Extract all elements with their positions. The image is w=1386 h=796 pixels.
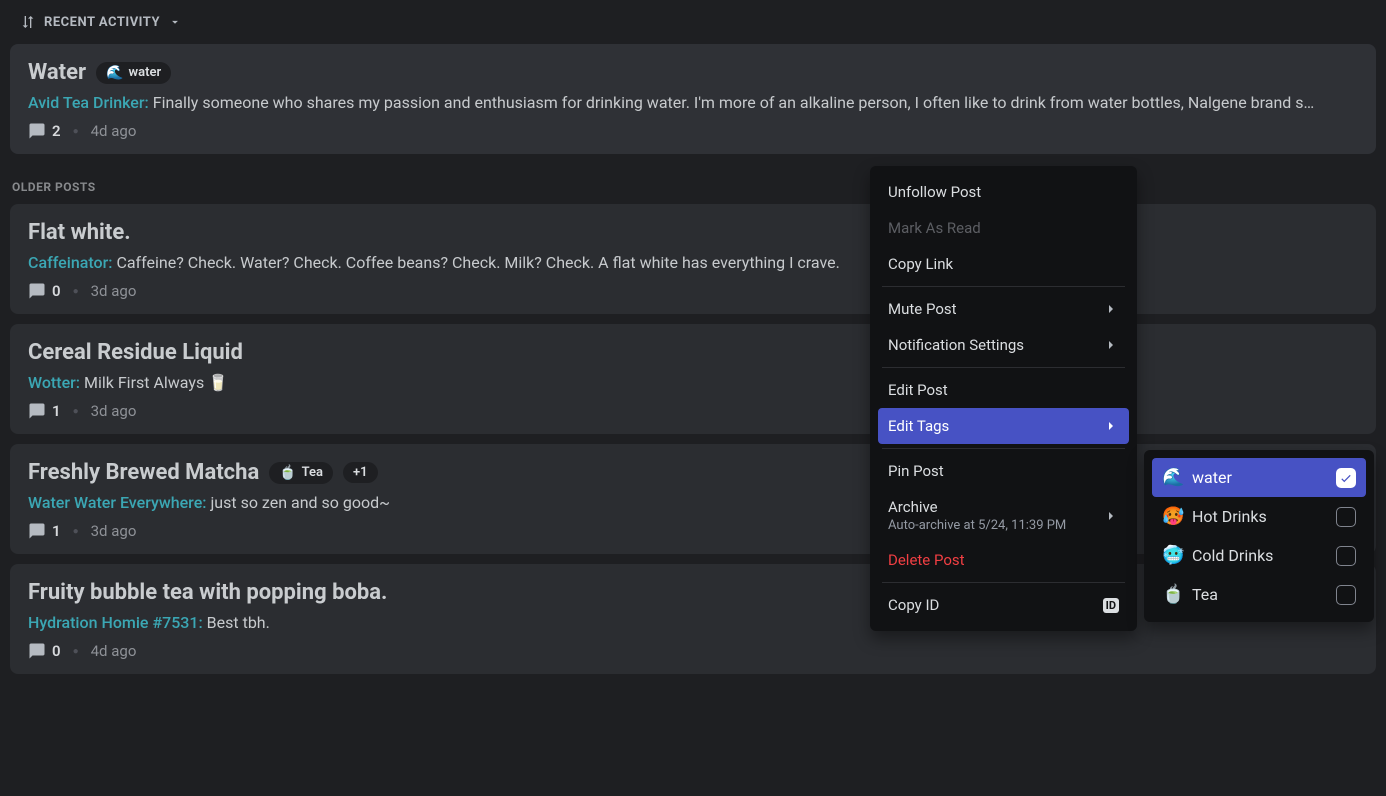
post-context-menu: Unfollow Post Mark As Read Copy Link Mut… (870, 166, 1137, 631)
forum-post-card[interactable]: Water 🌊 water Avid Tea Drinker: Finally … (10, 44, 1376, 154)
id-badge-icon: ID (1103, 598, 1119, 613)
post-preview-text: Best tbh. (207, 613, 270, 632)
separator-dot: ● (73, 526, 79, 537)
sort-label: RECENT ACTIVITY (44, 15, 160, 30)
chat-bubble-icon (28, 402, 46, 420)
menu-mark-as-read: Mark As Read (878, 210, 1129, 246)
wave-icon: 🌊 (106, 65, 123, 81)
menu-copy-link[interactable]: Copy Link (878, 246, 1129, 282)
post-preview: Caffeinator: Caffeine? Check. Water? Che… (28, 253, 1358, 272)
post-author: Wotter: (28, 373, 80, 392)
chat-bubble-icon (28, 122, 46, 140)
menu-separator (882, 286, 1125, 287)
chevron-right-icon (1103, 337, 1119, 353)
check-icon (1339, 471, 1353, 485)
separator-dot: ● (73, 286, 79, 297)
tag-option-tea[interactable]: 🍵 Tea (1152, 575, 1366, 614)
sort-icon (20, 14, 36, 30)
chevron-down-icon (168, 15, 182, 29)
post-title: Flat white. (28, 220, 131, 245)
post-time: 4d ago (91, 122, 137, 140)
reply-count: 0 (28, 642, 61, 660)
post-time: 3d ago (91, 522, 137, 540)
post-tag[interactable]: 🌊 water (96, 62, 171, 84)
wave-icon: 🌊 (1162, 467, 1182, 488)
post-author: Hydration Homie #7531: (28, 613, 203, 632)
archive-subtext: Auto-archive at 5/24, 11:39 PM (888, 518, 1066, 533)
tag-label: +1 (353, 465, 368, 480)
post-preview-text: Finally someone who shares my passion an… (153, 93, 1315, 112)
separator-dot: ● (73, 646, 79, 657)
post-preview: Avid Tea Drinker: Finally someone who sh… (28, 93, 1358, 112)
checkbox-unchecked[interactable] (1336, 546, 1356, 566)
tea-icon: 🍵 (1162, 584, 1182, 605)
tea-icon: 🍵 (279, 465, 296, 481)
post-title: Fruity bubble tea with popping boba. (28, 580, 387, 605)
post-title: Cereal Residue Liquid (28, 340, 243, 365)
tag-option-label: Cold Drinks (1192, 546, 1273, 565)
tag-option-cold-drinks[interactable]: 🥶 Cold Drinks (1152, 536, 1366, 575)
menu-delete-post[interactable]: Delete Post (878, 542, 1129, 578)
separator-dot: ● (73, 406, 79, 417)
menu-edit-tags[interactable]: Edit Tags (878, 408, 1129, 444)
sort-dropdown[interactable]: RECENT ACTIVITY (10, 10, 192, 34)
chat-bubble-icon (28, 522, 46, 540)
post-author: Avid Tea Drinker: (28, 93, 149, 112)
tag-option-hot-drinks[interactable]: 🥵 Hot Drinks (1152, 497, 1366, 536)
menu-unfollow-post[interactable]: Unfollow Post (878, 174, 1129, 210)
menu-pin-post[interactable]: Pin Post (878, 453, 1129, 489)
post-title: Water (28, 60, 86, 85)
menu-edit-post[interactable]: Edit Post (878, 372, 1129, 408)
post-author: Caffeinator: (28, 253, 112, 272)
reply-count: 1 (28, 522, 61, 540)
menu-notification-settings[interactable]: Notification Settings (878, 327, 1129, 363)
cold-face-icon: 🥶 (1162, 545, 1182, 566)
separator-dot: ● (73, 126, 79, 137)
chevron-right-icon (1103, 418, 1119, 434)
chevron-right-icon (1103, 508, 1119, 524)
post-tag-overflow[interactable]: +1 (343, 462, 378, 483)
post-preview-text: Caffeine? Check. Water? Check. Coffee be… (116, 253, 839, 272)
post-time: 4d ago (91, 642, 137, 660)
chat-bubble-icon (28, 282, 46, 300)
tag-option-water[interactable]: 🌊 water (1152, 458, 1366, 497)
tag-label: water (129, 65, 162, 80)
reply-count: 0 (28, 282, 61, 300)
reply-count: 1 (28, 402, 61, 420)
post-title: Freshly Brewed Matcha (28, 460, 259, 485)
hot-face-icon: 🥵 (1162, 506, 1182, 527)
menu-separator (882, 448, 1125, 449)
post-preview-text: Milk First Always 🥛 (84, 373, 228, 392)
reply-count: 2 (28, 122, 61, 140)
post-preview: Wotter: Milk First Always 🥛 (28, 373, 1358, 392)
checkbox-unchecked[interactable] (1336, 507, 1356, 527)
forum-post-card[interactable]: Flat white. Caffeinator: Caffeine? Check… (10, 204, 1376, 314)
tag-option-label: Hot Drinks (1192, 507, 1267, 526)
menu-copy-id[interactable]: Copy ID ID (878, 587, 1129, 623)
post-time: 3d ago (91, 282, 137, 300)
menu-separator (882, 582, 1125, 583)
chat-bubble-icon (28, 642, 46, 660)
checkbox-unchecked[interactable] (1336, 585, 1356, 605)
post-tag[interactable]: 🍵 Tea (269, 462, 333, 484)
post-time: 3d ago (91, 402, 137, 420)
section-older-posts: OLDER POSTS (12, 180, 1376, 194)
chevron-right-icon (1103, 301, 1119, 317)
tag-option-label: Tea (1192, 585, 1218, 604)
tag-option-label: water (1192, 468, 1232, 487)
menu-mute-post[interactable]: Mute Post (878, 291, 1129, 327)
menu-archive[interactable]: Archive Auto-archive at 5/24, 11:39 PM (878, 489, 1129, 542)
forum-post-card[interactable]: Cereal Residue Liquid Wotter: Milk First… (10, 324, 1376, 434)
menu-separator (882, 367, 1125, 368)
edit-tags-submenu: 🌊 water 🥵 Hot Drinks 🥶 Cold Drinks 🍵 Tea (1144, 450, 1374, 622)
post-author: Water Water Everywhere: (28, 493, 206, 512)
tag-label: Tea (302, 465, 323, 480)
post-preview-text: just so zen and so good~ (210, 493, 390, 512)
checkbox-checked[interactable] (1336, 468, 1356, 488)
